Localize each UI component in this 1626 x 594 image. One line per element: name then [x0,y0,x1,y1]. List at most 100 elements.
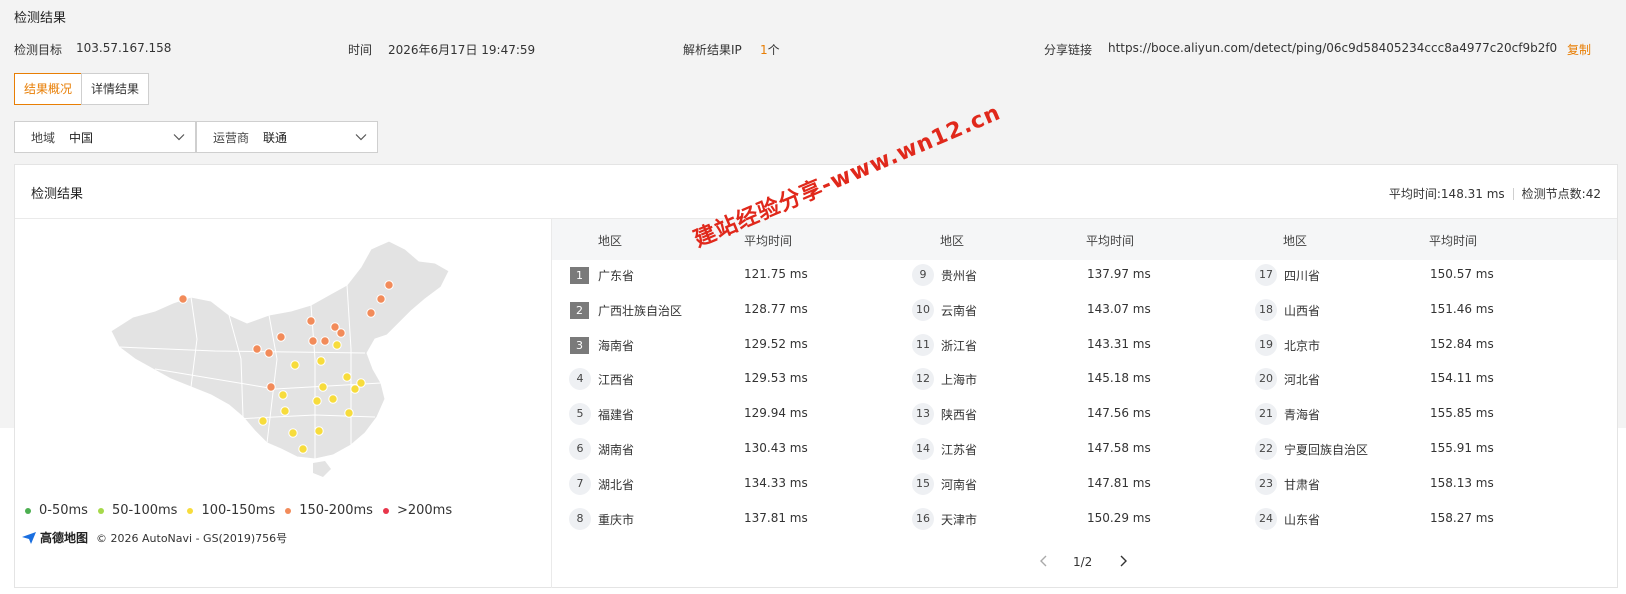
map-node-dot[interactable] [318,382,328,392]
legend-item: 100-150ms [187,503,275,518]
rank-badge: 12 [912,368,934,391]
legend-label: 0-50ms [39,503,88,518]
col-avg-time: 平均时间 [1086,234,1135,248]
row-avg-time: 129.53 ms [744,371,808,386]
result-tabs: 结果概况 详情结果 [14,73,150,105]
map-node-dot[interactable] [258,416,268,426]
col-avg-time: 平均时间 [1429,234,1478,248]
row-avg-time: 151.46 ms [1430,301,1494,316]
pager-next[interactable] [1118,555,1128,570]
rank-badge: 9 [912,264,934,286]
row-region: 上海市 [941,373,978,388]
tab-overview[interactable]: 结果概况 [14,73,83,105]
map-node-dot[interactable] [280,406,290,416]
row-region: 重庆市 [598,512,635,527]
col-region: 地区 [598,234,623,248]
row-avg-time: 145.18 ms [1087,371,1151,386]
map-node-dot[interactable] [288,428,298,438]
row-region: 江苏省 [941,443,978,457]
legend-dot [25,507,31,514]
map-node-dot[interactable] [276,332,286,342]
map-node-dot[interactable] [290,360,300,370]
map-node-dot[interactable] [312,396,322,406]
map-node-dot[interactable] [252,344,262,354]
map-legend: 0-50ms 50-100ms 100-150ms 150-200ms >200… [25,503,452,518]
row-avg-time: 147.58 ms [1087,441,1151,455]
rank-badge: 23 [1255,472,1277,495]
map-node-dot[interactable] [308,336,318,346]
legend-label: 50-100ms [111,503,178,518]
region-select-label: 地域 [31,130,56,145]
row-avg-time: 130.43 ms [744,441,808,455]
chevron-down-icon [173,134,185,141]
rank-badge: 19 [1255,333,1277,356]
row-avg-time: 147.81 ms [1087,475,1151,490]
row-avg-time: 147.56 ms [1087,406,1151,421]
map-node-dot[interactable] [264,348,274,358]
row-region: 浙江省 [941,338,978,353]
row-region: 贵州省 [941,269,978,283]
row-region: 湖南省 [598,443,635,457]
row-avg-time: 158.27 ms [1430,510,1494,525]
map-node-dot[interactable] [298,444,308,454]
map-node-dot[interactable] [316,356,326,366]
row-avg-time: 134.33 ms [744,475,808,490]
row-region: 北京市 [1284,338,1321,353]
map-attribution: 高德地图 © 2026 AutoNavi - GS(2019)756号 [21,529,287,546]
china-map[interactable] [15,219,551,519]
amap-logo-text: 高德地图 [40,531,89,545]
map-node-dot[interactable] [336,328,346,338]
map-node-dot[interactable] [266,382,276,392]
legend-item: 50-100ms [97,503,178,518]
legend-item: 0-50ms [25,503,88,518]
region-select[interactable]: 地域 中国 [14,121,196,153]
stats-divider [1512,187,1514,200]
col-region: 地区 [940,234,965,248]
chevron-left-icon [1040,555,1047,567]
map-node-dot[interactable] [344,408,354,418]
copy-button[interactable]: 复制 [1567,41,1591,58]
row-avg-time: 155.91 ms [1430,441,1494,455]
map-node-dot[interactable] [350,384,360,394]
row-avg-time: 155.85 ms [1430,406,1494,421]
map-node-dot[interactable] [306,316,316,326]
map-node-dot[interactable] [342,372,352,382]
row-region: 山东省 [1284,512,1321,527]
col-avg-time: 平均时间 [744,234,793,248]
pager-prev[interactable] [1039,555,1049,570]
map-node-dot[interactable] [332,340,342,350]
ip-unit: 个 [767,43,780,57]
rank-badge: 6 [569,438,591,460]
node-count: 检测节点数:42 [1521,187,1601,201]
ip-count-link[interactable]: 1 [760,43,768,57]
row-region: 天津市 [941,512,978,527]
row-region: 四川省 [1284,269,1321,283]
legend-dot [285,507,292,514]
row-avg-time: 128.77 ms [744,301,808,316]
rank-badge: 14 [912,438,934,460]
tab-details[interactable]: 详情结果 [81,73,150,105]
row-avg-time: 137.97 ms [1087,267,1151,281]
hainan-island [313,461,331,477]
map-node-dot[interactable] [278,390,288,400]
share-label: 分享链接 [1044,43,1093,57]
map-node-dot[interactable] [384,280,394,290]
target-value: 103.57.167.158 [76,41,172,55]
row-avg-time: 150.57 ms [1430,267,1494,281]
map-node-dot[interactable] [366,308,376,318]
map-node-dot[interactable] [328,394,338,404]
map-node-dot[interactable] [376,294,386,304]
row-avg-time: 143.31 ms [1087,336,1151,351]
row-avg-time: 129.52 ms [744,336,808,351]
rank-badge: 13 [912,403,934,426]
map-node-dot[interactable] [314,426,324,436]
rank-badge: 7 [569,472,591,495]
chevron-down-icon [355,134,367,141]
row-avg-time: 121.75 ms [744,267,808,281]
isp-select[interactable]: 运营商 联通 [196,121,378,153]
share-url[interactable]: https://boce.aliyun.com/detect/ping/06c9… [1108,41,1557,55]
map-node-dot[interactable] [320,336,330,346]
isp-select-value: 联通 [263,130,288,145]
page-title: 检测结果 [14,11,67,26]
map-node-dot[interactable] [178,294,188,304]
